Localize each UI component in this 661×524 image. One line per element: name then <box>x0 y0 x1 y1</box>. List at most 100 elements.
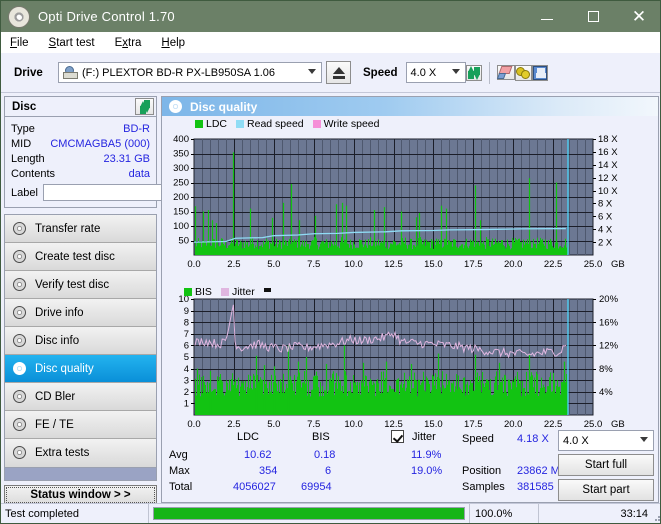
svg-text:7: 7 <box>184 329 189 340</box>
menu-extra[interactable]: Extra <box>115 37 142 49</box>
position-label: Position <box>462 465 502 477</box>
resize-grip-icon[interactable] <box>650 511 660 521</box>
disc-row-type: Type BD-R <box>11 121 150 136</box>
sidebar-item-create-test-disc[interactable]: Create test disc <box>5 243 156 271</box>
svg-text:5: 5 <box>184 352 189 363</box>
start-full-button[interactable]: Start full <box>558 454 654 476</box>
disc-row-value: BD-R <box>123 122 150 135</box>
svg-text:GB: GB <box>611 259 625 270</box>
chevron-down-icon <box>640 437 648 442</box>
legend-label-ldc: LDC <box>206 118 228 130</box>
svg-text:14 X: 14 X <box>598 160 618 171</box>
nav-list: Transfer rate Create test disc Verify te… <box>4 214 157 468</box>
disc-row-key: Contents <box>11 167 56 180</box>
status-window-button[interactable]: Status window > > <box>4 485 157 505</box>
svg-text:9: 9 <box>184 306 189 317</box>
disc-panel-header: Disc <box>5 97 156 117</box>
refresh-button[interactable] <box>465 64 482 81</box>
sidebar-item-label: Drive info <box>35 306 84 319</box>
menu-start-test[interactable]: Start test <box>49 37 95 49</box>
sidebar-item-cd-bler[interactable]: CD Bler <box>5 383 156 411</box>
disc-label-row: Label <box>11 183 245 202</box>
legend-label-write-speed: Write speed <box>323 118 380 130</box>
legend-label-jitter: Jitter <box>231 286 255 298</box>
eject-button[interactable] <box>326 61 351 84</box>
sidebar-item-disc-info[interactable]: Disc info <box>5 327 156 355</box>
status-bar: Test completed 100.0% 33:14 <box>1 503 660 524</box>
progress-fill <box>154 508 464 519</box>
sidebar-item-verify-test-disc[interactable]: Verify test disc <box>5 271 156 299</box>
disc-row-key: Type <box>11 122 35 135</box>
svg-text:12%: 12% <box>599 341 619 352</box>
start-part-button[interactable]: Start part <box>558 479 654 501</box>
sidebar: Disc Type BD-R MID CMCMAGBA5 (000) Lengt… <box>4 96 245 505</box>
settings-button[interactable] <box>514 64 532 81</box>
svg-text:18 X: 18 X <box>598 134 618 145</box>
disc-row-key: MID <box>11 137 32 150</box>
menu-file[interactable]: File <box>10 37 29 49</box>
chevron-down-icon <box>308 69 316 74</box>
disc-icon <box>12 277 27 292</box>
sidebar-item-extra-tests[interactable]: Extra tests <box>5 439 156 467</box>
jitter-checkbox[interactable] <box>391 430 404 443</box>
max-bis-value: 6 <box>325 465 332 477</box>
sidebar-item-label: CD Bler <box>35 390 76 403</box>
test-speed-select[interactable]: 4.0 X <box>558 430 654 451</box>
disc-row-length: Length 23.31 GB <box>11 151 150 166</box>
svg-text:1: 1 <box>184 399 189 410</box>
chevron-down-icon <box>451 69 460 74</box>
menu-file-label: ile <box>17 36 29 49</box>
progress-bar <box>149 504 469 524</box>
menu-help[interactable]: Help <box>161 37 185 49</box>
svg-text:5.0: 5.0 <box>267 259 280 270</box>
jitter-label: Jitter <box>412 431 436 443</box>
disc-row-contents: Contents data <box>11 166 150 181</box>
minimize-button[interactable] <box>524 1 570 32</box>
refresh-icon <box>467 65 481 80</box>
svg-text:25.0: 25.0 <box>584 259 603 270</box>
svg-text:12.5: 12.5 <box>384 259 403 270</box>
drive-select[interactable]: (F:) PLEXTOR BD-R PX-LB950SA 1.06 <box>58 62 322 83</box>
disc-icon <box>12 305 27 320</box>
legend-swatch-bis <box>184 288 192 296</box>
elapsed-time: 33:14 <box>620 507 648 520</box>
save-icon <box>532 65 547 80</box>
svg-text:4 X: 4 X <box>598 224 613 235</box>
main-panel: Disc quality LDC Read speed Write speed … <box>161 96 659 503</box>
legend-label-bis: BIS <box>195 286 212 298</box>
svg-text:4%: 4% <box>599 387 613 398</box>
svg-text:22.5: 22.5 <box>544 259 563 270</box>
progress-percent: 100.0% <box>469 503 539 523</box>
sidebar-item-label: Extra tests <box>35 447 90 459</box>
speed-select-value: 4.0 X <box>410 66 437 79</box>
bulb-icon <box>515 66 531 80</box>
disc-row-value: CMCMAGBA5 (000) <box>50 137 150 150</box>
disc-icon <box>12 361 27 376</box>
sidebar-item-fe-te[interactable]: FE / TE <box>5 411 156 439</box>
erase-button[interactable] <box>496 65 515 80</box>
sidebar-item-transfer-rate[interactable]: Transfer rate <box>5 215 156 243</box>
disc-row-mid: MID CMCMAGBA5 (000) <box>11 136 150 151</box>
speed-select[interactable]: 4.0 X <box>405 62 466 83</box>
title-bar: Opti Drive Control 1.70 ✕ <box>1 1 660 32</box>
disc-panel: Disc Type BD-R MID CMCMAGBA5 (000) Lengt… <box>4 96 245 208</box>
app-window: Opti Drive Control 1.70 ✕ File Start tes… <box>0 0 661 524</box>
sidebar-item-label: FE / TE <box>35 418 74 431</box>
disc-icon <box>12 333 27 348</box>
samples-value: 381585 <box>517 481 554 493</box>
save-button[interactable] <box>531 64 548 81</box>
avg-ldc-value: 10.62 <box>244 449 272 461</box>
svg-text:10 X: 10 X <box>598 186 618 197</box>
stats-row-max: Max <box>169 465 190 477</box>
legend-swatch-read-speed <box>236 120 245 128</box>
svg-text:10.0: 10.0 <box>344 259 363 270</box>
max-jitter-value: 19.0% <box>411 465 443 477</box>
svg-text:400: 400 <box>173 134 189 145</box>
close-button[interactable]: ✕ <box>616 1 660 32</box>
maximize-button[interactable] <box>570 1 616 32</box>
legend-top-chart: LDC Read speed Write speed <box>195 118 386 130</box>
sidebar-item-disc-quality[interactable]: Disc quality <box>5 355 156 383</box>
legend-swatch-write-speed <box>312 120 321 128</box>
sidebar-item-drive-info[interactable]: Drive info <box>5 299 156 327</box>
disc-refresh-button[interactable] <box>135 98 154 115</box>
